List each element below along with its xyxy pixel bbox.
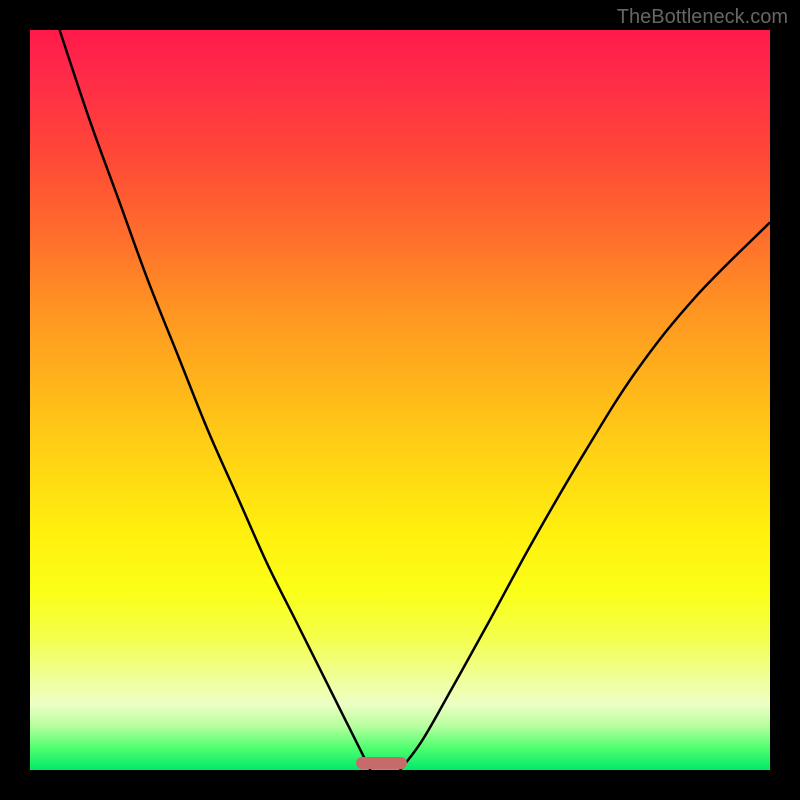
minimum-marker bbox=[356, 757, 408, 769]
left-curve bbox=[60, 30, 371, 770]
right-curve bbox=[400, 222, 770, 770]
watermark-text: TheBottleneck.com bbox=[617, 6, 788, 29]
chart-curves-svg bbox=[30, 30, 770, 770]
chart-plot-area bbox=[30, 30, 770, 770]
